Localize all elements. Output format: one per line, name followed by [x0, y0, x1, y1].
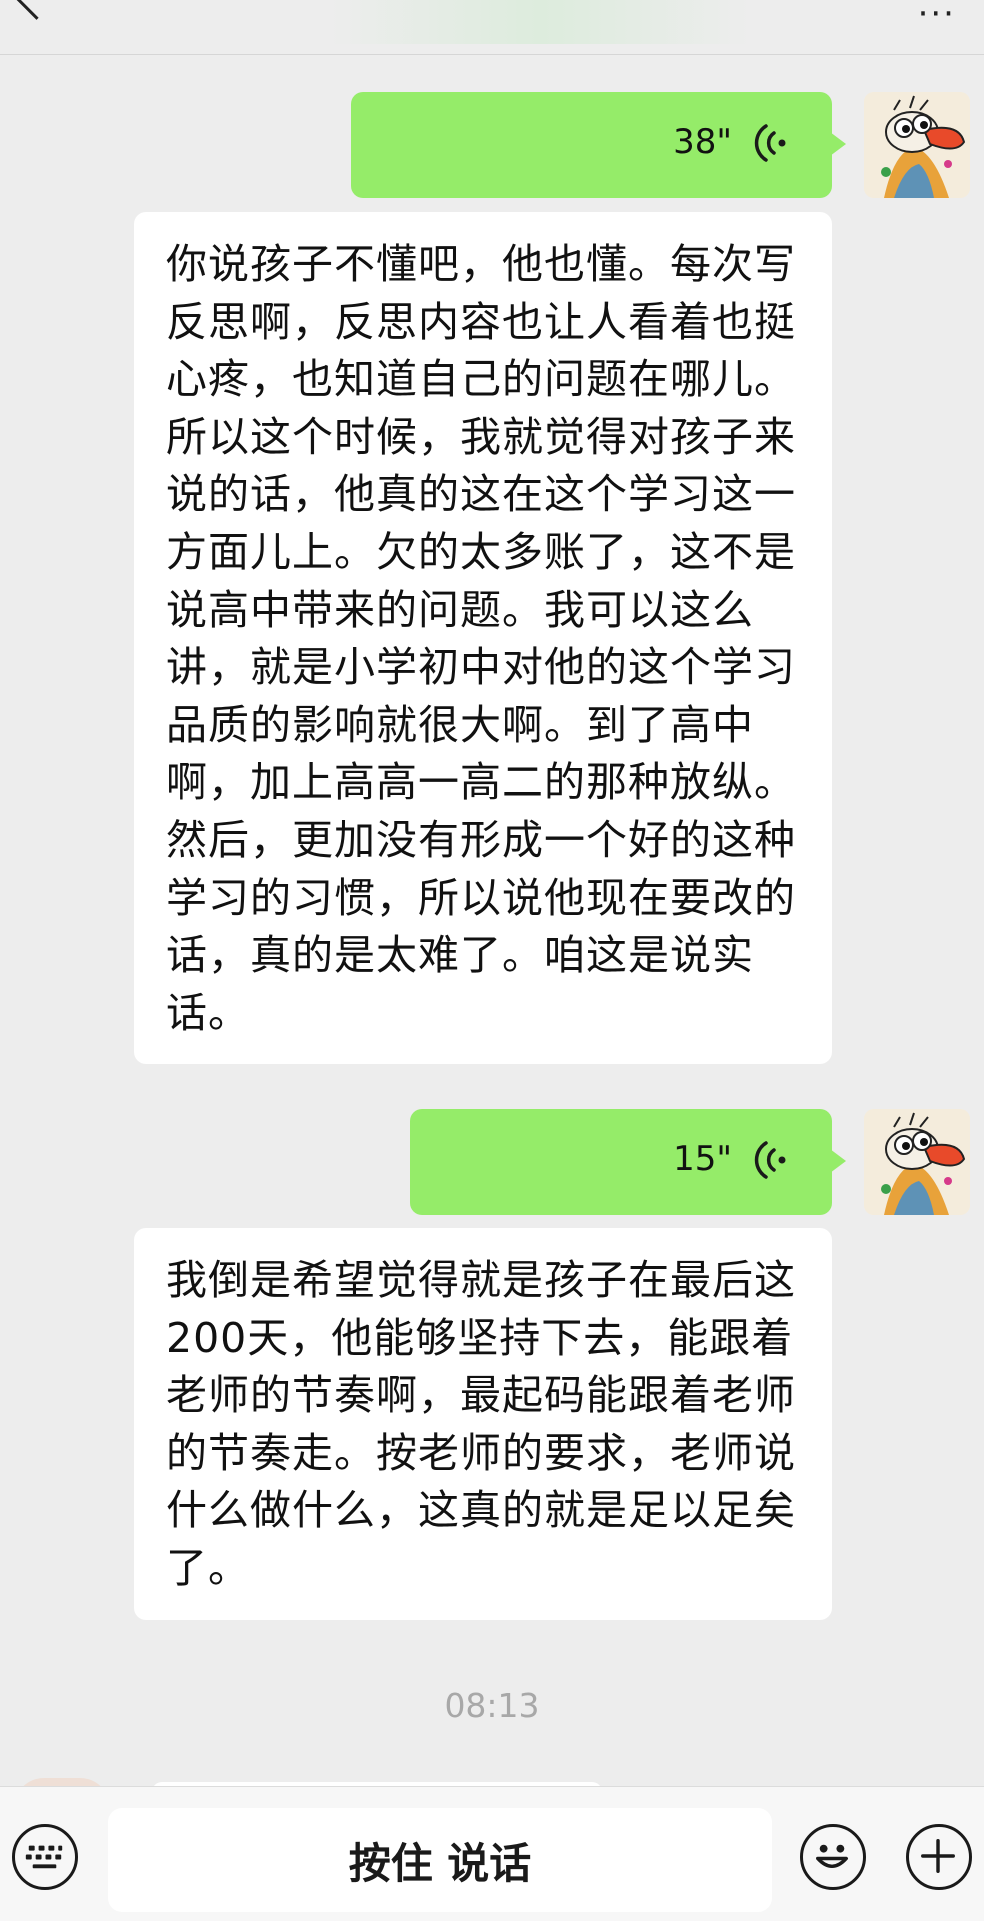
- avatar[interactable]: [864, 1109, 970, 1215]
- hold-to-talk-button[interactable]: 按住 说话: [108, 1808, 772, 1912]
- voice-message-bubble[interactable]: 15": [410, 1109, 846, 1215]
- keyboard-icon[interactable]: [12, 1824, 78, 1890]
- plus-icon[interactable]: [906, 1824, 972, 1890]
- chevron-left-icon[interactable]: [13, 0, 60, 20]
- chat-header: ···: [0, 0, 984, 55]
- text-message-bubble[interactable]: 你说孩子不懂吧，他也懂。每次写反思啊，反思内容也让人看着也挺心疼，也知道自己的问…: [134, 212, 832, 1064]
- voice-duration: 15": [673, 1139, 732, 1179]
- text-message-bubble[interactable]: 我倒是希望觉得就是孩子在最后这200天，他能够坚持下去，能跟着老师的节奏啊，最起…: [134, 1228, 832, 1620]
- voice-wave-icon: [754, 1141, 786, 1179]
- voice-duration: 38": [673, 122, 732, 162]
- more-icon[interactable]: ···: [918, 0, 956, 34]
- header-glow: [330, 0, 750, 44]
- voice-message-bubble[interactable]: 38": [351, 92, 846, 198]
- voice-wave-icon: [754, 124, 786, 162]
- emoji-icon[interactable]: [800, 1824, 866, 1890]
- message-timestamp: 08:13: [444, 1686, 540, 1725]
- avatar[interactable]: [864, 92, 970, 198]
